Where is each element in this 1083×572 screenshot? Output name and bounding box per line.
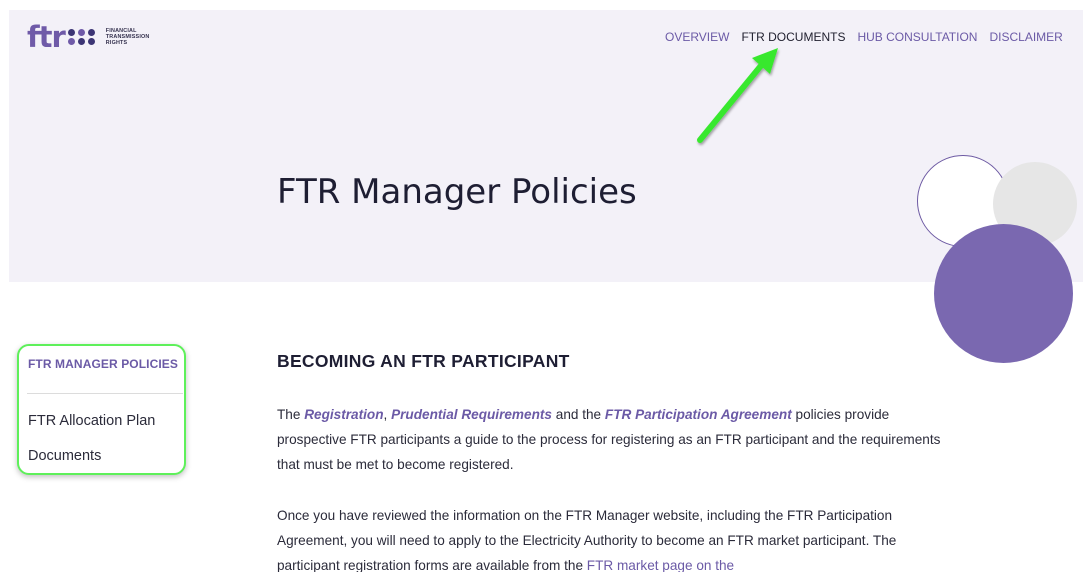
page-title: FTR Manager Policies — [277, 172, 637, 212]
logo-tagline-line: RIGHTS — [105, 40, 128, 46]
paragraph-text: , — [383, 407, 392, 422]
intro-paragraph: The Registration, Prudential Requirement… — [277, 402, 957, 477]
logo-tagline: FINANCIAL TRANSMISSION RIGHTS — [106, 28, 150, 46]
logo-wordmark: ftr — [27, 19, 66, 54]
registration-link[interactable]: Registration — [304, 407, 383, 422]
ftr-logo[interactable]: ftr FINANCIAL TRANSMISSION RIGHTS — [27, 22, 150, 52]
sidebar-item-documents[interactable]: Documents — [28, 448, 101, 464]
decorative-circle-purple — [934, 224, 1073, 363]
registration-paragraph: Once you have reviewed the information o… — [277, 503, 957, 572]
nav-item-hub-consultation[interactable]: HUB CONSULTATION — [857, 30, 977, 44]
ftr-participation-agreement-link[interactable]: FTR Participation Agreement — [605, 407, 792, 422]
paragraph-text: and the — [551, 407, 605, 422]
hero-banner — [9, 10, 1083, 282]
page: ftr FINANCIAL TRANSMISSION RIGHTS OVERVI… — [0, 0, 1083, 572]
sidebar-item-ftr-allocation-plan[interactable]: FTR Allocation Plan — [28, 413, 155, 429]
nav-item-overview[interactable]: OVERVIEW — [665, 30, 729, 44]
sidebar-heading[interactable]: FTR MANAGER POLICIES — [28, 357, 178, 371]
nav-item-disclaimer[interactable]: DISCLAIMER — [989, 30, 1062, 44]
ftr-market-page-link[interactable]: FTR market page on the — [587, 558, 734, 572]
nav-item-ftr-documents[interactable]: FTR DOCUMENTS — [741, 30, 845, 44]
prudential-requirements-link[interactable]: Prudential Requirements — [391, 407, 552, 422]
paragraph-text: The — [277, 407, 305, 422]
section-heading: BECOMING AN FTR PARTICIPANT — [277, 351, 570, 371]
green-arrow-annotation-icon — [697, 48, 778, 143]
sidebar-divider — [27, 393, 183, 394]
sidebar-nav: FTR MANAGER POLICIES FTR Allocation Plan… — [17, 344, 186, 475]
logo-dots-icon — [67, 29, 95, 45]
main-nav: OVERVIEW FTR DOCUMENTS HUB CONSULTATION … — [665, 30, 1075, 44]
